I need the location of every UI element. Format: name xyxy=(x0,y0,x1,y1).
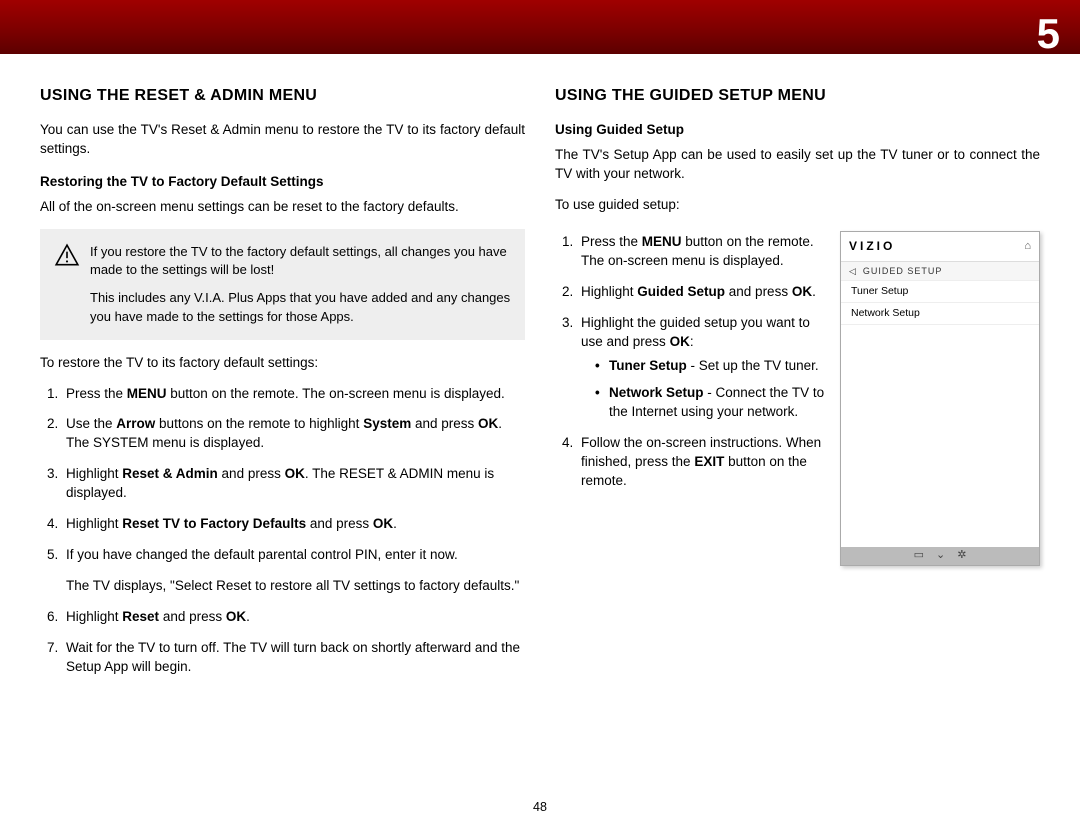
menu-crumb-label: GUIDED SETUP xyxy=(863,265,943,278)
menu-breadcrumb: ◁ GUIDED SETUP xyxy=(841,262,1039,282)
guided-step-1: Press the MENU button on the remote. The… xyxy=(577,233,826,271)
page-content: USING THE RESET & ADMIN MENU You can use… xyxy=(40,85,1040,794)
menu-item-network: Network Setup xyxy=(841,303,1039,325)
warning-callout: If you restore the TV to the factory def… xyxy=(40,229,525,340)
gear-icon: ✲ xyxy=(957,548,966,563)
callout-sub-text: This includes any V.I.A. Plus Apps that … xyxy=(90,289,511,325)
restore-step-1: Press the MENU button on the remote. The… xyxy=(62,385,525,404)
page-number: 48 xyxy=(0,799,1080,817)
restore-step-5: If you have changed the default parental… xyxy=(62,546,525,596)
guided-intro: The TV's Setup App can be used to easily… xyxy=(555,146,1040,184)
menu-screenshot: VIZIO ⌂ ◁ GUIDED SETUP Tuner Setup Netwo… xyxy=(840,231,1040,566)
section-heading-guided: USING THE GUIDED SETUP MENU xyxy=(555,85,1040,107)
menu-header: VIZIO ⌂ xyxy=(841,232,1039,262)
guided-lead: To use guided setup: xyxy=(555,196,1040,215)
menu-item-tuner: Tuner Setup xyxy=(841,281,1039,303)
wide-icon: ▭ xyxy=(914,548,924,563)
warning-icon xyxy=(54,243,80,279)
guided-options-list: Tuner Setup - Set up the TV tuner. Netwo… xyxy=(581,357,826,422)
restore-step-7: Wait for the TV to turn off. The TV will… xyxy=(62,639,525,677)
guided-steps-list: Press the MENU button on the remote. The… xyxy=(555,233,826,491)
menu-footer: ▭ ⌄ ✲ xyxy=(841,547,1039,565)
guided-option-tuner: Tuner Setup - Set up the TV tuner. xyxy=(595,357,826,376)
guided-step-3: Highlight the guided setup you want to u… xyxy=(577,314,826,422)
guided-option-network: Network Setup - Connect the TV to the In… xyxy=(595,384,826,422)
guided-step-2: Highlight Guided Setup and press OK. xyxy=(577,283,826,302)
subheading-restore: Restoring the TV to Factory Default Sett… xyxy=(40,173,525,192)
restore-lead: To restore the TV to its factory default… xyxy=(40,354,525,373)
header-bar: 5 xyxy=(0,0,1080,54)
restore-step-3: Highlight Reset & Admin and press OK. Th… xyxy=(62,465,525,503)
back-icon: ◁ xyxy=(849,265,857,278)
guided-step-4: Follow the on-screen instructions. When … xyxy=(577,434,826,491)
restore-step-2: Use the Arrow buttons on the remote to h… xyxy=(62,415,525,453)
chapter-number: 5 xyxy=(1037,5,1060,64)
restore-step-6: Highlight Reset and press OK. xyxy=(62,608,525,627)
restore-step-5-note: The TV displays, "Select Reset to restor… xyxy=(66,577,525,596)
restore-steps-list: Press the MENU button on the remote. The… xyxy=(40,385,525,677)
body-subintro: All of the on-screen menu settings can b… xyxy=(40,198,525,217)
intro-text: You can use the TV's Reset & Admin menu … xyxy=(40,121,525,159)
chevron-down-icon: ⌄ xyxy=(936,548,945,563)
right-column: USING THE GUIDED SETUP MENU Using Guided… xyxy=(555,85,1040,794)
left-column: USING THE RESET & ADMIN MENU You can use… xyxy=(40,85,525,794)
restore-step-4: Highlight Reset TV to Factory Defaults a… xyxy=(62,515,525,534)
brand-logo: VIZIO xyxy=(849,238,895,255)
subheading-guided: Using Guided Setup xyxy=(555,121,1040,140)
section-heading-reset: USING THE RESET & ADMIN MENU xyxy=(40,85,525,107)
callout-main-text: If you restore the TV to the factory def… xyxy=(90,243,511,279)
home-icon: ⌂ xyxy=(1024,239,1031,254)
